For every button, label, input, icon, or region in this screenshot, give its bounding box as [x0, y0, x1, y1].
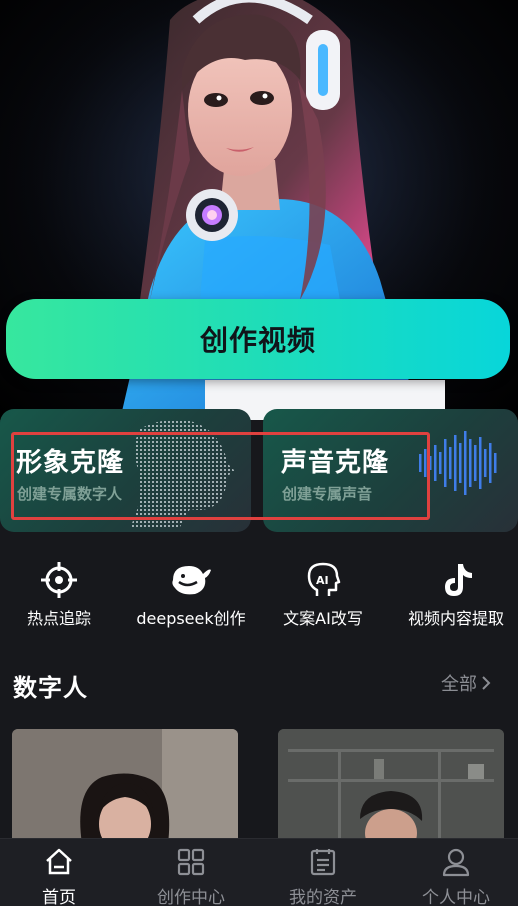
tool-label: 文案AI改写 — [283, 609, 363, 628]
nav-label: 创作中心 — [157, 888, 225, 906]
tool-video-extract[interactable]: 视频内容提取 — [391, 556, 518, 636]
nav-creation-center[interactable]: 创作中心 — [126, 839, 256, 906]
nav-home[interactable]: 首页 — [0, 839, 124, 906]
tool-ai-rewrite[interactable]: AI 文案AI改写 — [258, 556, 388, 636]
voice-clone-title: 声音克隆 — [281, 448, 390, 478]
avatar-portrait-male — [278, 729, 504, 844]
create-video-label: 创作视频 — [199, 324, 316, 357]
home-icon — [46, 848, 72, 875]
image-clone-card[interactable]: 形象克隆 创建专属数字人 — [0, 409, 251, 532]
image-clone-title: 形象克隆 — [16, 448, 125, 478]
nav-label: 个人中心 — [422, 888, 490, 906]
tool-label: deepseek创作 — [136, 609, 246, 628]
ai-head-icon: AI — [307, 562, 341, 596]
voice-clone-card[interactable]: 声音克隆 创建专属声音 — [263, 409, 518, 532]
avatar-portrait-female — [12, 729, 238, 844]
document-icon — [310, 849, 336, 876]
voice-clone-subtitle: 创建专属声音 — [282, 485, 373, 503]
chevron-right-icon — [482, 676, 491, 690]
crosshair-icon — [41, 562, 77, 598]
bottom-navigation: 首页 创作中心 我的资产 个人中心 — [0, 838, 518, 906]
svg-text:AI: AI — [316, 574, 329, 587]
whale-icon — [172, 566, 211, 595]
nav-label: 首页 — [42, 888, 76, 906]
create-video-button[interactable]: 创作视频 — [6, 299, 510, 379]
tool-deepseek[interactable]: deepseek创作 — [126, 556, 256, 636]
tool-hotspot-tracking[interactable]: 热点追踪 — [0, 556, 124, 636]
nav-label: 我的资产 — [289, 888, 357, 906]
grid-icon — [177, 848, 205, 876]
tool-label: 热点追踪 — [26, 609, 91, 628]
digital-human-card[interactable] — [12, 729, 238, 844]
nav-profile[interactable]: 个人中心 — [391, 839, 518, 906]
hero-banner: 创作视频 — [0, 0, 518, 420]
tiktok-icon — [445, 564, 472, 596]
tools-row: 热点追踪 deepseek创作 AI 文案AI改写 视频内容提取 — [0, 556, 518, 636]
nav-my-assets[interactable]: 我的资产 — [258, 839, 388, 906]
digital-humans-title: 数字人 — [13, 674, 88, 702]
user-icon — [442, 848, 470, 877]
image-clone-subtitle: 创建专属数字人 — [17, 485, 123, 503]
sound-wave-icon — [419, 431, 497, 495]
digital-face-icon — [130, 420, 235, 527]
view-all-label: 全部 — [441, 674, 477, 695]
tool-label: 视频内容提取 — [407, 609, 504, 628]
digital-human-card[interactable] — [278, 729, 504, 844]
view-all-link[interactable]: 全部 — [441, 670, 491, 696]
